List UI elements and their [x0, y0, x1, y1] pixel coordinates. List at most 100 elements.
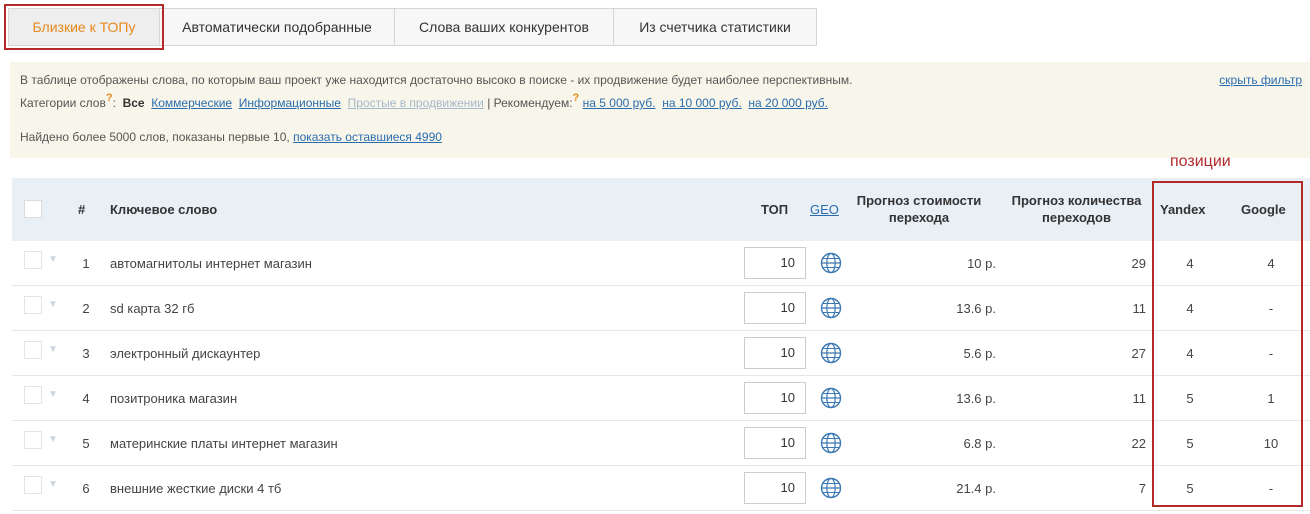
tab-bar: Близкие к ТОПу Автоматически подобранные… — [4, 4, 817, 50]
row-checkbox[interactable] — [24, 431, 42, 449]
row-top-input[interactable]: 10 — [744, 382, 806, 414]
found-count-text: Найдено более 5000 слов, показаны первые… — [20, 130, 290, 144]
row-checkbox[interactable] — [24, 341, 42, 359]
row-checkbox[interactable] — [24, 296, 42, 314]
col-cost-line2: перехода — [888, 210, 950, 225]
row-keyword: позитроника магазин — [110, 390, 238, 406]
table-row: ▼ 6 внешние жесткие диски 4 тб 10 21.4 р… — [12, 466, 1310, 511]
category-informational[interactable]: Информационные — [239, 96, 341, 110]
row-expand-icon[interactable]: ▼ — [48, 344, 58, 355]
recommend-20000[interactable]: на 20 000 руб. — [748, 96, 828, 110]
row-top-input[interactable]: 10 — [744, 427, 806, 459]
row-num: 5 — [82, 435, 90, 451]
filter-panel: В таблице отображены слова, по которым в… — [10, 62, 1310, 158]
table-header: # Ключевое слово ТОП GEO Прогноз стоимос… — [12, 178, 1310, 241]
row-top-input[interactable]: 10 — [744, 292, 806, 324]
row-clicks: 7 — [1138, 480, 1146, 496]
filter-description: В таблице отображены слова, по которым в… — [20, 73, 853, 87]
row-checkbox[interactable] — [24, 386, 42, 404]
row-top-input[interactable]: 10 — [744, 472, 806, 504]
row-google-position: - — [1268, 480, 1274, 496]
tab-close-to-top[interactable]: Близкие к ТОПу — [4, 4, 164, 50]
category-commercial[interactable]: Коммерческие — [151, 96, 232, 110]
table-row: ▼ 2 sd карта 32 гб 10 13.6 р. 11 4 - — [12, 286, 1310, 331]
recommend-5000[interactable]: на 5 000 руб. — [583, 96, 656, 110]
globe-icon[interactable] — [820, 477, 842, 499]
col-google[interactable]: Google — [1241, 202, 1286, 217]
row-keyword: внешние жесткие диски 4 тб — [110, 480, 282, 496]
tab-auto-selected[interactable]: Автоматически подобранные — [159, 8, 395, 46]
globe-icon[interactable] — [820, 252, 842, 274]
table-row: ▼ 4 позитроника магазин 10 13.6 р. 11 5 … — [12, 376, 1310, 421]
row-num: 2 — [82, 300, 90, 316]
col-yandex[interactable]: Yandex — [1160, 202, 1206, 217]
row-expand-icon[interactable]: ▼ — [48, 389, 58, 400]
category-filter-row: Категории слов?: Все Коммерческие Информ… — [20, 92, 828, 110]
globe-icon[interactable] — [820, 387, 842, 409]
categories-help-icon[interactable]: ? — [106, 92, 113, 104]
row-keyword: автомагнитолы интернет магазин — [110, 255, 312, 271]
row-clicks: 22 — [1131, 435, 1146, 451]
row-cost: 13.6 р. — [956, 390, 996, 406]
row-top-input[interactable]: 10 — [744, 337, 806, 369]
categories-label: Категории слов — [20, 96, 106, 110]
category-easy[interactable]: Простые в продвижении — [348, 96, 484, 110]
row-checkbox[interactable] — [24, 251, 42, 269]
row-expand-icon[interactable]: ▼ — [48, 479, 58, 490]
row-keyword: материнские платы интернет магазин — [110, 435, 338, 451]
row-clicks: 27 — [1131, 345, 1146, 361]
row-yandex-position: 4 — [1186, 345, 1194, 361]
row-yandex-position: 5 — [1186, 480, 1194, 496]
col-clicks-line2: переходов — [1042, 210, 1111, 225]
col-top[interactable]: ТОП — [761, 202, 788, 217]
positions-annotation: позиции — [1170, 153, 1231, 170]
row-yandex-position: 4 — [1186, 300, 1194, 316]
row-google-position: 1 — [1267, 390, 1275, 406]
row-google-position: - — [1268, 345, 1274, 361]
row-clicks: 11 — [1132, 300, 1147, 316]
row-cost: 5.6 р. — [963, 345, 996, 361]
col-keyword[interactable]: Ключевое слово — [110, 202, 217, 217]
globe-icon[interactable] — [820, 342, 842, 364]
col-geo[interactable]: GEO — [810, 202, 839, 217]
row-checkbox[interactable] — [24, 476, 42, 494]
recommend-10000[interactable]: на 10 000 руб. — [662, 96, 742, 110]
found-count-row: Найдено более 5000 слов, показаны первые… — [20, 130, 442, 144]
recommend-help-icon[interactable]: ? — [573, 92, 580, 104]
row-expand-icon[interactable]: ▼ — [48, 434, 58, 445]
row-google-position: 10 — [1263, 435, 1279, 451]
row-cost: 6.8 р. — [963, 435, 996, 451]
col-clicks-line1: Прогноз количества — [1011, 193, 1142, 208]
filter-separator: | — [487, 96, 491, 110]
row-cost: 21.4 р. — [956, 480, 996, 496]
row-yandex-position: 5 — [1186, 390, 1194, 406]
row-cost: 10 р. — [967, 255, 996, 271]
col-cost-line1: Прогноз стоимости — [856, 193, 982, 208]
row-keyword: электронный дискаунтер — [110, 345, 261, 361]
row-clicks: 11 — [1132, 390, 1147, 406]
col-clicks[interactable]: Прогноз количества переходов — [1004, 192, 1149, 226]
row-expand-icon[interactable]: ▼ — [48, 299, 58, 310]
row-cost: 13.6 р. — [956, 300, 996, 316]
hide-filter-link[interactable]: скрыть фильтр — [1219, 73, 1302, 87]
row-expand-icon[interactable]: ▼ — [48, 254, 58, 265]
select-all-checkbox[interactable] — [24, 200, 42, 218]
col-cost[interactable]: Прогноз стоимости перехода — [854, 192, 984, 226]
row-yandex-position: 5 — [1186, 435, 1194, 451]
row-keyword: sd карта 32 гб — [110, 300, 195, 316]
row-clicks: 29 — [1131, 255, 1146, 271]
tab-stats-counter[interactable]: Из счетчика статистики — [613, 8, 817, 46]
table-row: ▼ 3 электронный дискаунтер 10 5.6 р. 27 … — [12, 331, 1310, 376]
row-google-position: 4 — [1267, 255, 1275, 271]
table-row: ▼ 5 материнские платы интернет магазин 1… — [12, 421, 1310, 466]
row-num: 3 — [82, 345, 90, 361]
category-all[interactable]: Все — [123, 96, 145, 110]
globe-icon[interactable] — [820, 297, 842, 319]
row-top-input[interactable]: 10 — [744, 247, 806, 279]
tab-competitor-words[interactable]: Слова ваших конкурентов — [394, 8, 614, 46]
globe-icon[interactable] — [820, 432, 842, 454]
col-num: # — [78, 202, 86, 217]
row-google-position: - — [1268, 300, 1274, 316]
show-remaining-link[interactable]: показать оставшиеся 4990 — [293, 130, 442, 144]
row-yandex-position: 4 — [1186, 255, 1194, 271]
